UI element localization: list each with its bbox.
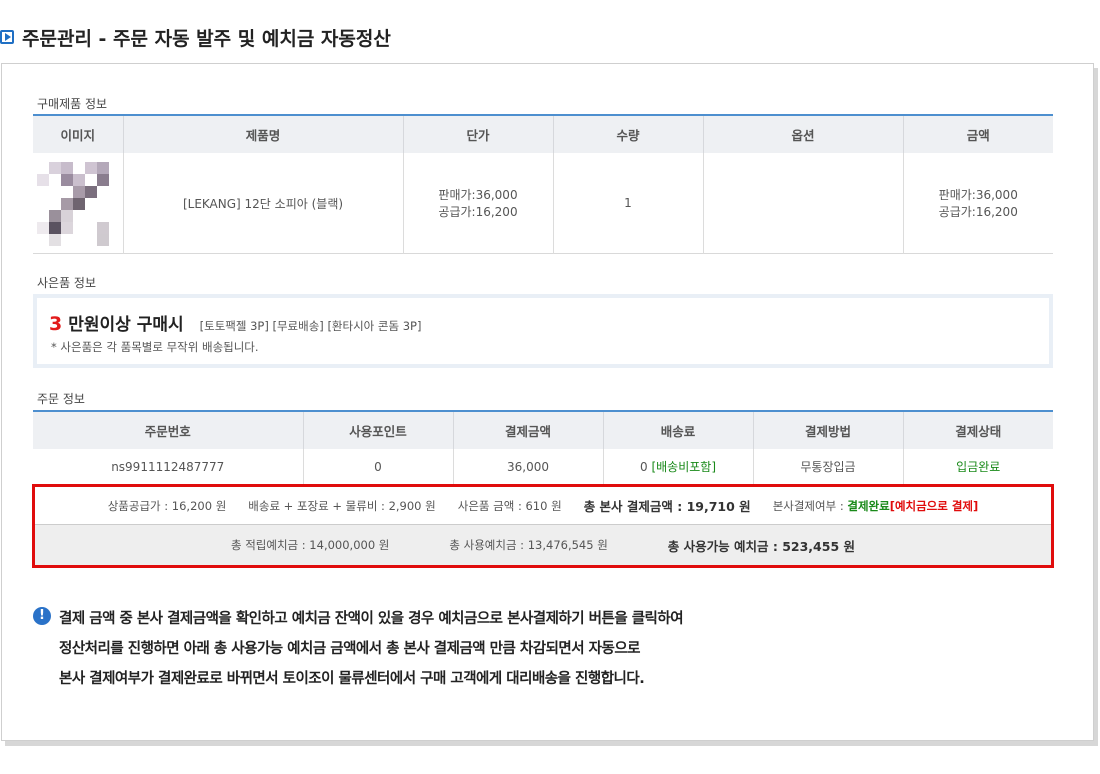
column-header: 결제방법 [752, 411, 903, 449]
table-row: [LEKANG] 12단 소피아 (블랙) 판매가:36,000 공급가:16,… [33, 153, 1053, 254]
column-header: 단가 [402, 115, 553, 153]
order-payment-status: 입금완료 [902, 449, 1053, 485]
play-square-icon [0, 30, 14, 44]
amount-sale-price: 판매가:36,000 [938, 188, 1018, 202]
hq-status-label: 본사결제여부 : [772, 498, 844, 513]
gift-threshold-number: 3 [49, 313, 63, 335]
shipping-included-note: [배송비포함] [651, 460, 717, 475]
hq-status-value: 결제완료 [847, 498, 890, 513]
product-thumbnail[interactable] [36, 162, 119, 246]
shipping-summary: 배송료 + 포장료 + 물류비 : 2,900 원 [248, 498, 436, 513]
column-header: 옵션 [702, 115, 903, 153]
gift-threshold-text: 만원이상 구매시 [68, 315, 184, 335]
supply-price-summary: 상품공급가 : 16,200 원 [107, 498, 227, 513]
product-quantity: 1 [552, 153, 703, 254]
deposit-total: 총 적립예치금 : 14,000,000 원 [230, 538, 390, 552]
product-sale-price: 판매가:36,000 [438, 188, 518, 202]
column-header: 배송료 [602, 411, 753, 449]
notice-line: 결제 금액 중 본사 결제금액을 확인하고 예치금 잔액이 있을 경우 예치금으… [59, 611, 684, 627]
column-header: 사용포인트 [302, 411, 453, 449]
order-table: 주문번호 사용포인트 결제금액 배송료 결제방법 결제상태 ns99111124… [33, 410, 1053, 486]
table-row: ns9911112487777 0 36,000 0 [배송비포함] 무통장입금… [33, 449, 1053, 485]
gift-amount-summary: 사은품 금액 : 610 원 [457, 498, 562, 513]
amount-supply-price: 공급가:16,200 [938, 205, 1018, 219]
info-icon: ! [33, 607, 51, 625]
notice-line: 정산처리를 진행하면 아래 총 사용가능 예치금 금액에서 총 본사 결제금액 … [59, 641, 641, 657]
settlement-summary-box: 상품공급가 : 16,200 원 배송료 + 포장료 + 물류비 : 2,900… [32, 484, 1054, 568]
notice-line: 본사 결제여부가 결제완료로 바뀌면서 토이조이 물류센터에서 구매 고객에게 … [59, 671, 645, 687]
product-section-label: 구매제품 정보 [37, 97, 108, 111]
product-option [702, 153, 903, 254]
column-header: 수량 [552, 115, 703, 153]
product-supply-price: 공급가:16,200 [438, 205, 518, 219]
order-shipping: 0 [639, 460, 648, 475]
column-header: 이미지 [33, 115, 123, 153]
product-name: [LEKANG] 12단 소피아 (블랙) [122, 153, 403, 254]
column-header: 주문번호 [33, 411, 303, 449]
order-points: 0 [302, 449, 453, 485]
deposit-used: 총 사용예치금 : 13,476,545 원 [449, 538, 608, 552]
order-number: ns9911112487777 [111, 459, 225, 474]
gift-section-label: 사은품 정보 [37, 276, 97, 290]
column-header: 결제상태 [902, 411, 1053, 449]
order-amount: 36,000 [452, 449, 603, 485]
order-payment-method: 무통장입금 [752, 449, 903, 485]
product-image-cell[interactable] [33, 153, 123, 254]
deposit-available: 총 사용가능 예치금 : 523,455 원 [667, 538, 855, 554]
order-section-label: 주문 정보 [37, 392, 85, 406]
order-shipping-cell: 0 [배송비포함] [602, 449, 753, 485]
page-header: 주문관리 - 주문 자동 발주 및 예치금 자동정산 [0, 22, 391, 52]
gift-note: * 사은품은 각 품목별로 무작위 배송됩니다. [51, 340, 259, 354]
gift-info-box: 3 만원이상 구매시 [토토팩젤 3P] [무료배송] [환타시아 콘돔 3P] *… [33, 294, 1053, 368]
deposit-row: 총 적립예치금 : 14,000,000 원 총 사용예치금 : 13,476,… [35, 525, 1051, 565]
column-header: 금액 [902, 115, 1053, 153]
column-header: 결제금액 [452, 411, 603, 449]
product-price-cell: 판매가:36,000 공급가:16,200 [402, 153, 553, 254]
page-title: 주문관리 - 주문 자동 발주 및 예치금 자동정산 [22, 27, 391, 50]
settlement-row: 상품공급가 : 16,200 원 배송료 + 포장료 + 물류비 : 2,900… [35, 487, 1051, 525]
product-amount-cell: 판매가:36,000 공급가:16,200 [902, 153, 1053, 254]
column-header: 제품명 [122, 115, 403, 153]
hq-total-summary: 총 본사 결제금액 : 19,710 원 [583, 499, 751, 514]
hq-status-note: [예치금으로 결제] [889, 498, 979, 513]
gift-headline: 3 만원이상 구매시 [토토팩젤 3P] [무료배송] [환타시아 콘돔 3P] [49, 310, 421, 335]
gift-items: [토토팩젤 3P] [무료배송] [환타시아 콘돔 3P] [199, 319, 422, 333]
product-table: 이미지 제품명 단가 수량 옵션 금액 [LEKANG] 12단 소피아 (블랙… [33, 114, 1053, 254]
